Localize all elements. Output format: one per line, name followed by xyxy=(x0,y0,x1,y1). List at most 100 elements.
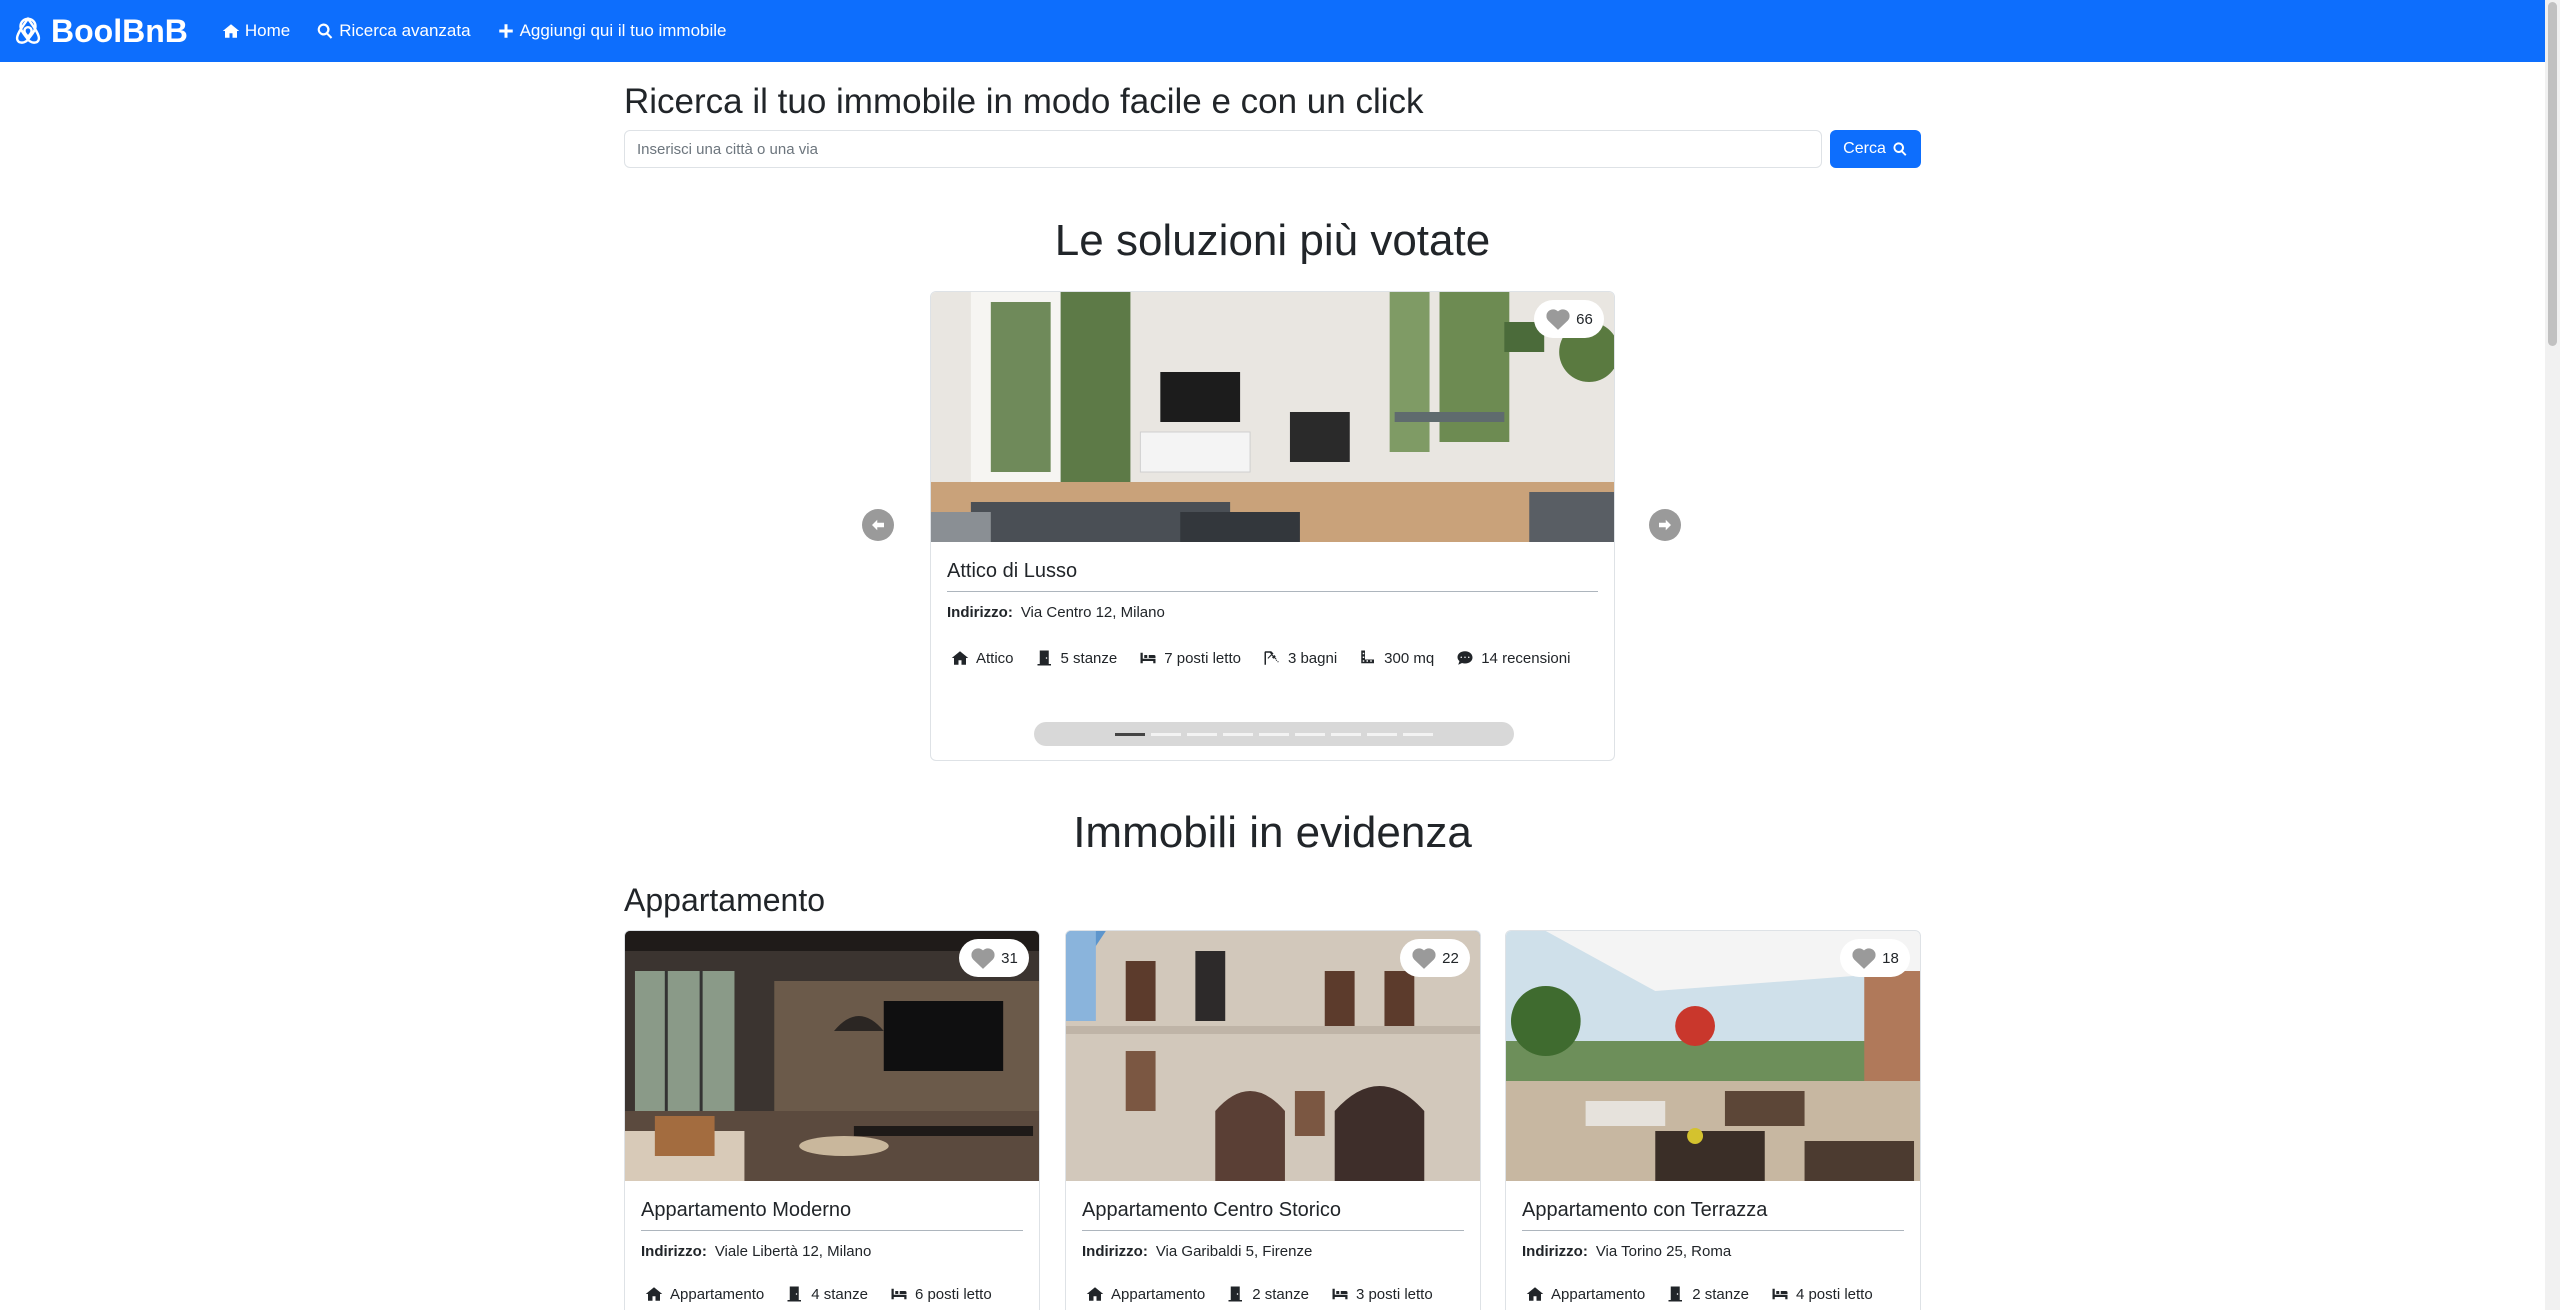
ruler-icon xyxy=(1361,650,1375,664)
featured-heading: Immobili in evidenza xyxy=(1073,808,1472,857)
property-address: Indirizzo: Via Centro 12, Milano xyxy=(947,592,1598,621)
nav-home[interactable]: Home xyxy=(222,21,290,41)
feature-beds-label: 7 posti letto xyxy=(1164,649,1241,667)
likes-count: 22 xyxy=(1442,949,1459,967)
page-scrollbar[interactable] xyxy=(2545,0,2560,1310)
door-icon xyxy=(787,1286,802,1302)
card-body: Appartamento con Terrazza Indirizzo: Via… xyxy=(1522,1181,1904,1303)
property-features: Appartamento 2 stanze 4 posti letto xyxy=(1522,1260,1904,1303)
carousel-indicator[interactable] xyxy=(1223,732,1253,736)
property-address: Indirizzo: Via Garibaldi 5, Firenze xyxy=(1082,1231,1464,1260)
feature-rooms: 5 stanze xyxy=(1032,649,1118,667)
feature-rooms-label: 5 stanze xyxy=(1060,649,1118,667)
top-rated-card[interactable]: 66 Attico di Lusso Indirizzo: Via Centro… xyxy=(930,291,1615,761)
address-label: Indirizzo: xyxy=(1082,1243,1148,1260)
feature-reviews-label: 14 recensioni xyxy=(1481,649,1571,667)
bed-icon xyxy=(891,1288,907,1300)
search-button[interactable]: Cerca xyxy=(1830,130,1921,168)
nav-add-property[interactable]: Aggiungi qui il tuo immobile xyxy=(497,21,727,41)
feature-rooms-label: 4 stanze xyxy=(811,1285,868,1303)
feature-sqm: 300 mq xyxy=(1355,649,1434,667)
feature-sqm-label: 300 mq xyxy=(1384,649,1435,667)
address-value: Via Centro 12, Milano xyxy=(1020,604,1165,621)
carousel-indicator[interactable] xyxy=(1403,732,1433,736)
brand-logo[interactable]: BoolBnB xyxy=(13,13,188,50)
search-icon xyxy=(317,23,333,39)
property-features: Appartamento 2 stanze 3 posti letto xyxy=(1082,1260,1464,1303)
property-title[interactable]: Appartamento Moderno xyxy=(641,1181,1023,1231)
carousel-indicator[interactable] xyxy=(1151,732,1181,736)
property-title[interactable]: Appartamento Centro Storico xyxy=(1082,1181,1464,1231)
property-card[interactable]: 22 Appartamento Centro Storico Indirizzo… xyxy=(1065,930,1481,1310)
property-features: Appartamento 4 stanze 6 posti letto xyxy=(641,1260,1023,1303)
bed-icon xyxy=(1140,652,1156,664)
carousel-indicator[interactable] xyxy=(1295,732,1325,736)
category-heading: Appartamento xyxy=(624,882,826,918)
feature-type-label: Appartamento xyxy=(1111,1285,1206,1303)
home-icon xyxy=(222,24,240,38)
heart-icon xyxy=(1852,948,1876,969)
scrollbar-thumb[interactable] xyxy=(2548,2,2557,346)
carousel-prev-button[interactable] xyxy=(862,509,894,541)
likes-badge[interactable]: 22 xyxy=(1400,939,1470,977)
carousel-indicator[interactable] xyxy=(1187,732,1217,736)
feature-type: Attico xyxy=(947,649,1014,667)
carousel-indicator[interactable] xyxy=(1367,732,1397,736)
feature-rooms-label: 2 stanze xyxy=(1252,1285,1309,1303)
feature-rooms: 2 stanze xyxy=(1223,1285,1309,1303)
feature-beds: 7 posti letto xyxy=(1135,649,1241,667)
property-photo: 66 xyxy=(931,292,1614,542)
address-label: Indirizzo: xyxy=(947,604,1013,621)
likes-count: 18 xyxy=(1882,949,1899,967)
comment-icon xyxy=(1457,651,1473,665)
property-address: Indirizzo: Via Torino 25, Roma xyxy=(1522,1231,1904,1260)
carousel-next-button[interactable] xyxy=(1649,509,1681,541)
address-value: Via Torino 25, Roma xyxy=(1595,1243,1732,1260)
search-icon xyxy=(1893,142,1907,156)
card-body: Attico di Lusso Indirizzo: Via Centro 12… xyxy=(947,542,1598,667)
feature-rooms: 4 stanze xyxy=(782,1285,868,1303)
search-heading: Ricerca il tuo immobile in modo facile e… xyxy=(624,82,1424,121)
feature-beds: 3 posti letto xyxy=(1327,1285,1433,1303)
feature-type-label: Appartamento xyxy=(1551,1285,1646,1303)
carousel-indicator[interactable] xyxy=(1259,732,1289,736)
brand-name: BoolBnB xyxy=(51,12,188,49)
carousel-indicators xyxy=(1034,722,1514,746)
nav-home-label: Home xyxy=(244,21,291,40)
feature-reviews: 14 recensioni xyxy=(1452,649,1570,667)
likes-badge[interactable]: 31 xyxy=(959,939,1029,977)
property-title[interactable]: Appartamento con Terrazza xyxy=(1522,1181,1904,1231)
carousel-indicator[interactable] xyxy=(1115,732,1145,736)
heart-icon xyxy=(1412,948,1436,969)
likes-badge[interactable]: 66 xyxy=(1534,300,1604,338)
carousel-indicator[interactable] xyxy=(1331,732,1361,736)
likes-badge[interactable]: 18 xyxy=(1840,939,1910,977)
feature-type: Appartamento xyxy=(1082,1285,1205,1303)
home-icon xyxy=(1526,1287,1544,1301)
door-icon xyxy=(1668,1286,1683,1302)
arrow-left-icon xyxy=(872,519,884,531)
address-label: Indirizzo: xyxy=(641,1243,707,1260)
property-card[interactable]: 18 Appartamento con Terrazza Indirizzo: … xyxy=(1505,930,1921,1310)
bed-icon xyxy=(1772,1288,1788,1300)
feature-beds: 6 posti letto xyxy=(886,1285,992,1303)
feature-beds-label: 3 posti letto xyxy=(1355,1285,1433,1303)
search-input[interactable] xyxy=(624,130,1822,168)
feature-type: Appartamento xyxy=(641,1285,764,1303)
nav-add-property-label: Aggiungi qui il tuo immobile xyxy=(519,21,727,40)
feature-baths-label: 3 bagni xyxy=(1287,649,1338,667)
feature-type-label: Attico xyxy=(976,649,1014,667)
nav-advanced-search[interactable]: Ricerca avanzata xyxy=(316,21,471,41)
property-card[interactable]: 31 Appartamento Moderno Indirizzo: Viale… xyxy=(624,930,1040,1310)
nav-advanced-search-label: Ricerca avanzata xyxy=(339,21,471,40)
property-title[interactable]: Attico di Lusso xyxy=(947,542,1598,592)
navbar: BoolBnB Home Ricerca avanzata Aggiungi q… xyxy=(0,0,2545,62)
door-icon xyxy=(1037,650,1051,666)
property-features: Attico 5 stanze 7 posti letto 3 bagni 30… xyxy=(947,621,1598,667)
feature-rooms-label: 2 stanze xyxy=(1692,1285,1749,1303)
address-value: Viale Libertà 12, Milano xyxy=(714,1243,872,1260)
feature-baths: 3 bagni xyxy=(1259,649,1337,667)
feature-beds: 4 posti letto xyxy=(1767,1285,1873,1303)
home-icon xyxy=(1086,1287,1104,1301)
feature-type: Appartamento xyxy=(1522,1285,1645,1303)
